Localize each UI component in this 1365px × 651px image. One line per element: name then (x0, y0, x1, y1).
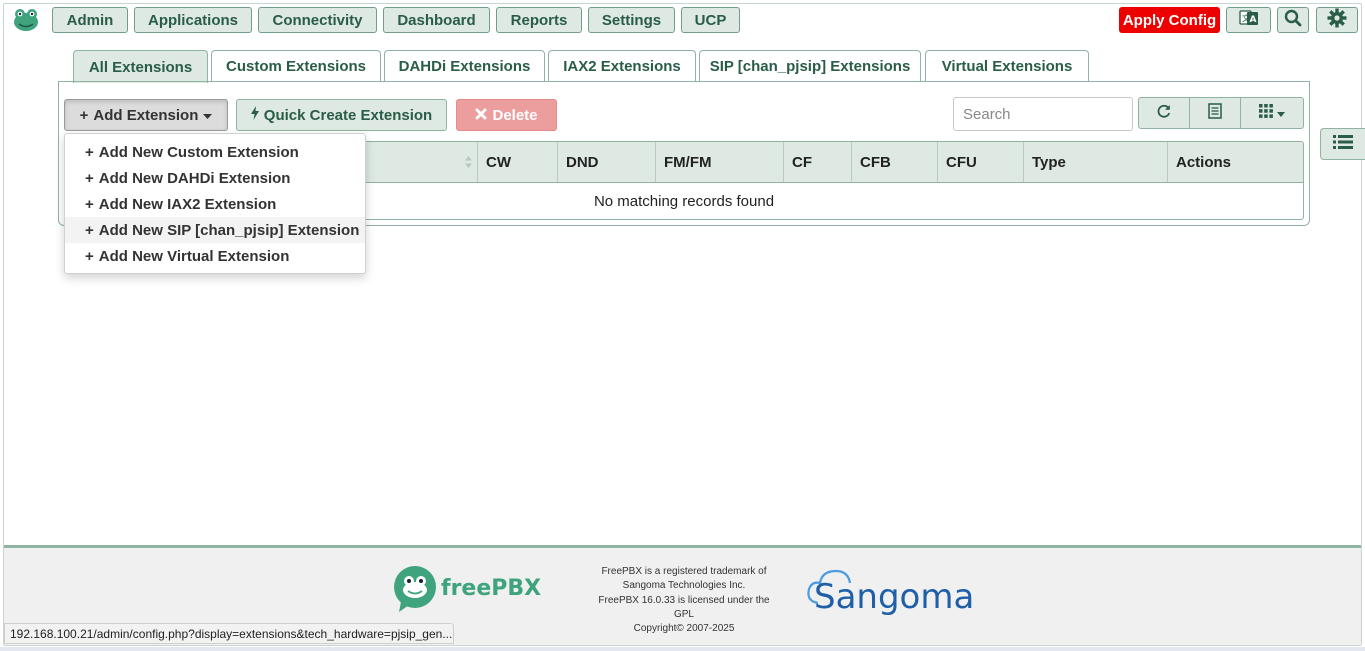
plus-icon: + (85, 247, 94, 265)
sort-icon (465, 155, 472, 172)
refresh-button[interactable] (1138, 97, 1190, 129)
menu-item-label: Add New IAX2 Extension (98, 195, 277, 213)
footer-legal-text: FreePBX is a registered trademark of San… (590, 565, 778, 636)
svg-text:A: A (1249, 15, 1256, 25)
svg-text:Sangoma: Sangoma (814, 577, 974, 617)
add-extension-label: Add Extension (93, 106, 199, 124)
status-bar-url: 192.168.100.21/admin/config.php?display=… (4, 623, 454, 644)
refresh-icon (1156, 103, 1172, 124)
menu-item-label: Add New Custom Extension (98, 143, 299, 161)
settings-button[interactable] (1316, 7, 1358, 33)
delete-button[interactable]: Delete (456, 99, 557, 131)
nav-connectivity[interactable]: Connectivity (258, 7, 377, 33)
menu-item-label: Add New DAHDi Extension (98, 169, 291, 187)
footer-line: Sangoma Technologies Inc. (622, 580, 746, 592)
column-header-dnd[interactable]: DND (557, 142, 655, 182)
columns-button[interactable] (1240, 97, 1304, 129)
footer-line: FreePBX is a registered trademark of (601, 566, 767, 577)
top-navbar: Admin Applications Connectivity Dashboar… (0, 0, 1365, 40)
caret-down-icon (1277, 104, 1285, 122)
sidebar-toggle-button[interactable] (1320, 128, 1365, 160)
menu-item-add-sip[interactable]: + Add New SIP [chan_pjsip] Extension (65, 217, 365, 243)
sangoma-logo[interactable]: Sangoma (806, 565, 984, 617)
menu-item-label: Add New SIP [chan_pjsip] Extension (98, 221, 360, 239)
tab-all-extensions[interactable]: All Extensions (73, 50, 208, 83)
add-extension-button[interactable]: + Add Extension (64, 99, 228, 131)
tab-dahdi-extensions[interactable]: DAHDi Extensions (384, 50, 545, 82)
menu-item-add-custom[interactable]: + Add New Custom Extension (65, 139, 365, 165)
quick-create-label: Quick Create Extension (263, 106, 433, 124)
freepbx-footer-logo[interactable]: freePBX (393, 566, 543, 612)
column-header-type[interactable]: Type (1023, 142, 1167, 182)
column-header-fmfm[interactable]: FM/FM (655, 142, 783, 182)
plus-icon: + (85, 169, 94, 187)
freepbx-logo-icon[interactable] (12, 7, 40, 33)
plus-icon: + (85, 143, 94, 161)
menu-item-add-virtual[interactable]: + Add New Virtual Extension (65, 243, 365, 269)
list-alt-icon (1208, 102, 1222, 124)
plus-icon: + (85, 195, 94, 213)
nav-admin[interactable]: Admin (52, 7, 128, 33)
nav-dashboard[interactable]: Dashboard (383, 7, 490, 33)
column-header-cf[interactable]: CF (783, 142, 851, 182)
nav-reports[interactable]: Reports (496, 7, 582, 33)
menu-item-label: Add New Virtual Extension (98, 247, 290, 265)
search-input[interactable] (953, 97, 1133, 131)
tab-custom-extensions[interactable]: Custom Extensions (211, 50, 381, 82)
language-icon: 文 A (1238, 9, 1259, 32)
menu-item-add-dahdi[interactable]: + Add New DAHDi Extension (65, 165, 365, 191)
toggle-view-button[interactable] (1189, 97, 1241, 129)
column-header-actions: Actions (1167, 142, 1303, 182)
column-header-cfb[interactable]: CFB (851, 142, 937, 182)
footer-line: GPL (673, 608, 694, 620)
menu-item-add-iax2[interactable]: + Add New IAX2 Extension (65, 191, 365, 217)
close-icon (475, 107, 487, 124)
tab-sip-extensions[interactable]: SIP [chan_pjsip] Extensions (699, 50, 921, 82)
nav-ucp[interactable]: UCP (681, 7, 740, 33)
nav-applications[interactable]: Applications (134, 7, 252, 33)
column-header-cw[interactable]: CW (477, 142, 557, 182)
language-button[interactable]: 文 A (1226, 7, 1271, 33)
nav-settings[interactable]: Settings (588, 7, 675, 33)
search-icon (1284, 9, 1302, 32)
bolt-icon (250, 106, 259, 124)
delete-label: Delete (492, 106, 538, 124)
search-button[interactable] (1277, 7, 1309, 33)
tab-virtual-extensions[interactable]: Virtual Extensions (925, 50, 1089, 82)
grid-icon (1259, 103, 1273, 123)
tab-iax2-extensions[interactable]: IAX2 Extensions (548, 50, 696, 82)
svg-text:freePBX: freePBX (441, 576, 541, 601)
window-bottom-edge (0, 647, 1365, 651)
column-header-cfu[interactable]: CFU (937, 142, 1023, 182)
plus-icon: + (85, 221, 94, 239)
add-extension-dropdown: + Add New Custom Extension + Add New DAH… (64, 133, 366, 274)
footer-line: Copyright© 2007-2025 (633, 623, 735, 635)
quick-create-extension-button[interactable]: Quick Create Extension (236, 99, 447, 131)
footer-line: FreePBX 16.0.33 is licensed under the (598, 594, 770, 606)
list-icon (1333, 134, 1353, 155)
caret-down-icon (203, 107, 213, 124)
plus-icon: + (79, 106, 89, 124)
apply-config-button[interactable]: Apply Config (1119, 7, 1220, 33)
gear-icon (1327, 8, 1347, 33)
